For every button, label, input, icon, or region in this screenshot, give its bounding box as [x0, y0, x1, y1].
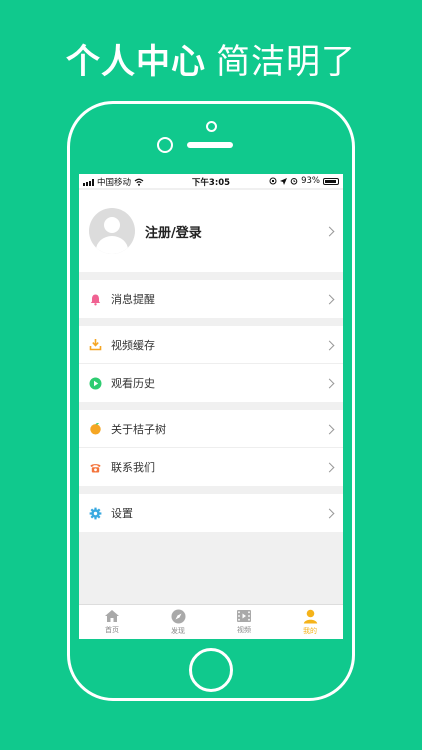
speaker-grille	[187, 142, 233, 148]
menu-item-settings[interactable]: 设置	[79, 494, 343, 532]
bottom-tab-bar: 首页 发现 视频 我的	[79, 604, 343, 639]
menu-item-label: 消息提醒	[111, 293, 155, 306]
tab-mine[interactable]: 我的	[277, 605, 343, 639]
chevron-right-icon	[324, 424, 335, 435]
battery-icon	[323, 177, 339, 185]
chevron-right-icon	[324, 294, 335, 305]
chevron-right-icon	[324, 226, 335, 237]
menu-item-notifications[interactable]: 消息提醒	[79, 280, 343, 318]
login-label: 注册/登录	[145, 225, 202, 241]
tab-label: 我的	[303, 626, 317, 635]
status-bar: 中国移动 下午3:05 93%	[79, 174, 343, 188]
promo-headline: 个人中心 简洁明了	[0, 34, 422, 83]
chevron-right-icon	[324, 378, 335, 389]
tab-label: 发现	[171, 626, 185, 635]
avatar	[89, 208, 135, 254]
menu-group-about: 关于桔子树 联系我们	[79, 410, 343, 486]
menu-item-label: 设置	[111, 507, 133, 520]
battery-percent: 93%	[301, 176, 320, 186]
sensor-icon	[206, 121, 217, 132]
menu-group-settings: 设置	[79, 494, 343, 532]
tab-discover[interactable]: 发现	[145, 605, 211, 639]
orientation-lock-icon	[269, 177, 277, 185]
menu-item-contact[interactable]: 联系我们	[79, 448, 343, 486]
menu-item-watch-history[interactable]: 观看历史	[79, 364, 343, 402]
gear-icon	[88, 506, 102, 520]
bell-icon	[88, 292, 102, 306]
menu-item-about[interactable]: 关于桔子树	[79, 410, 343, 448]
headline-light: 简洁明了	[216, 42, 356, 82]
menu-item-label: 观看历史	[111, 377, 155, 390]
person-icon	[303, 609, 317, 623]
film-icon	[237, 610, 251, 622]
play-icon	[88, 376, 102, 390]
orange-icon	[88, 422, 102, 436]
chevron-right-icon	[324, 340, 335, 351]
profile-login-row[interactable]: 注册/登录	[79, 190, 343, 272]
location-icon	[280, 177, 288, 185]
home-icon	[105, 610, 119, 622]
app-screen: 中国移动 下午3:05 93% 注册/登录 消息提醒 视频缓存 观看历史 关于桔…	[79, 174, 343, 639]
alarm-icon	[290, 178, 298, 185]
compass-icon	[171, 609, 185, 623]
menu-group-video: 视频缓存 观看历史	[79, 326, 343, 402]
phone-icon	[88, 460, 102, 474]
menu-item-label: 联系我们	[111, 461, 155, 474]
menu-item-label: 视频缓存	[111, 338, 155, 352]
tab-label: 首页	[105, 626, 119, 634]
menu-item-video-cache[interactable]: 视频缓存	[79, 326, 343, 364]
menu-item-label: 关于桔子树	[111, 422, 166, 436]
menu-group-messages: 消息提醒	[79, 280, 343, 318]
download-icon	[88, 338, 102, 352]
chevron-right-icon	[324, 462, 335, 473]
tab-label: 视频	[237, 626, 251, 634]
tab-home[interactable]: 首页	[79, 605, 145, 639]
camera-icon	[157, 137, 173, 153]
headline-bold: 个人中心	[66, 42, 206, 82]
home-button[interactable]	[189, 648, 233, 692]
chevron-right-icon	[324, 508, 335, 519]
tab-video[interactable]: 视频	[211, 605, 277, 639]
